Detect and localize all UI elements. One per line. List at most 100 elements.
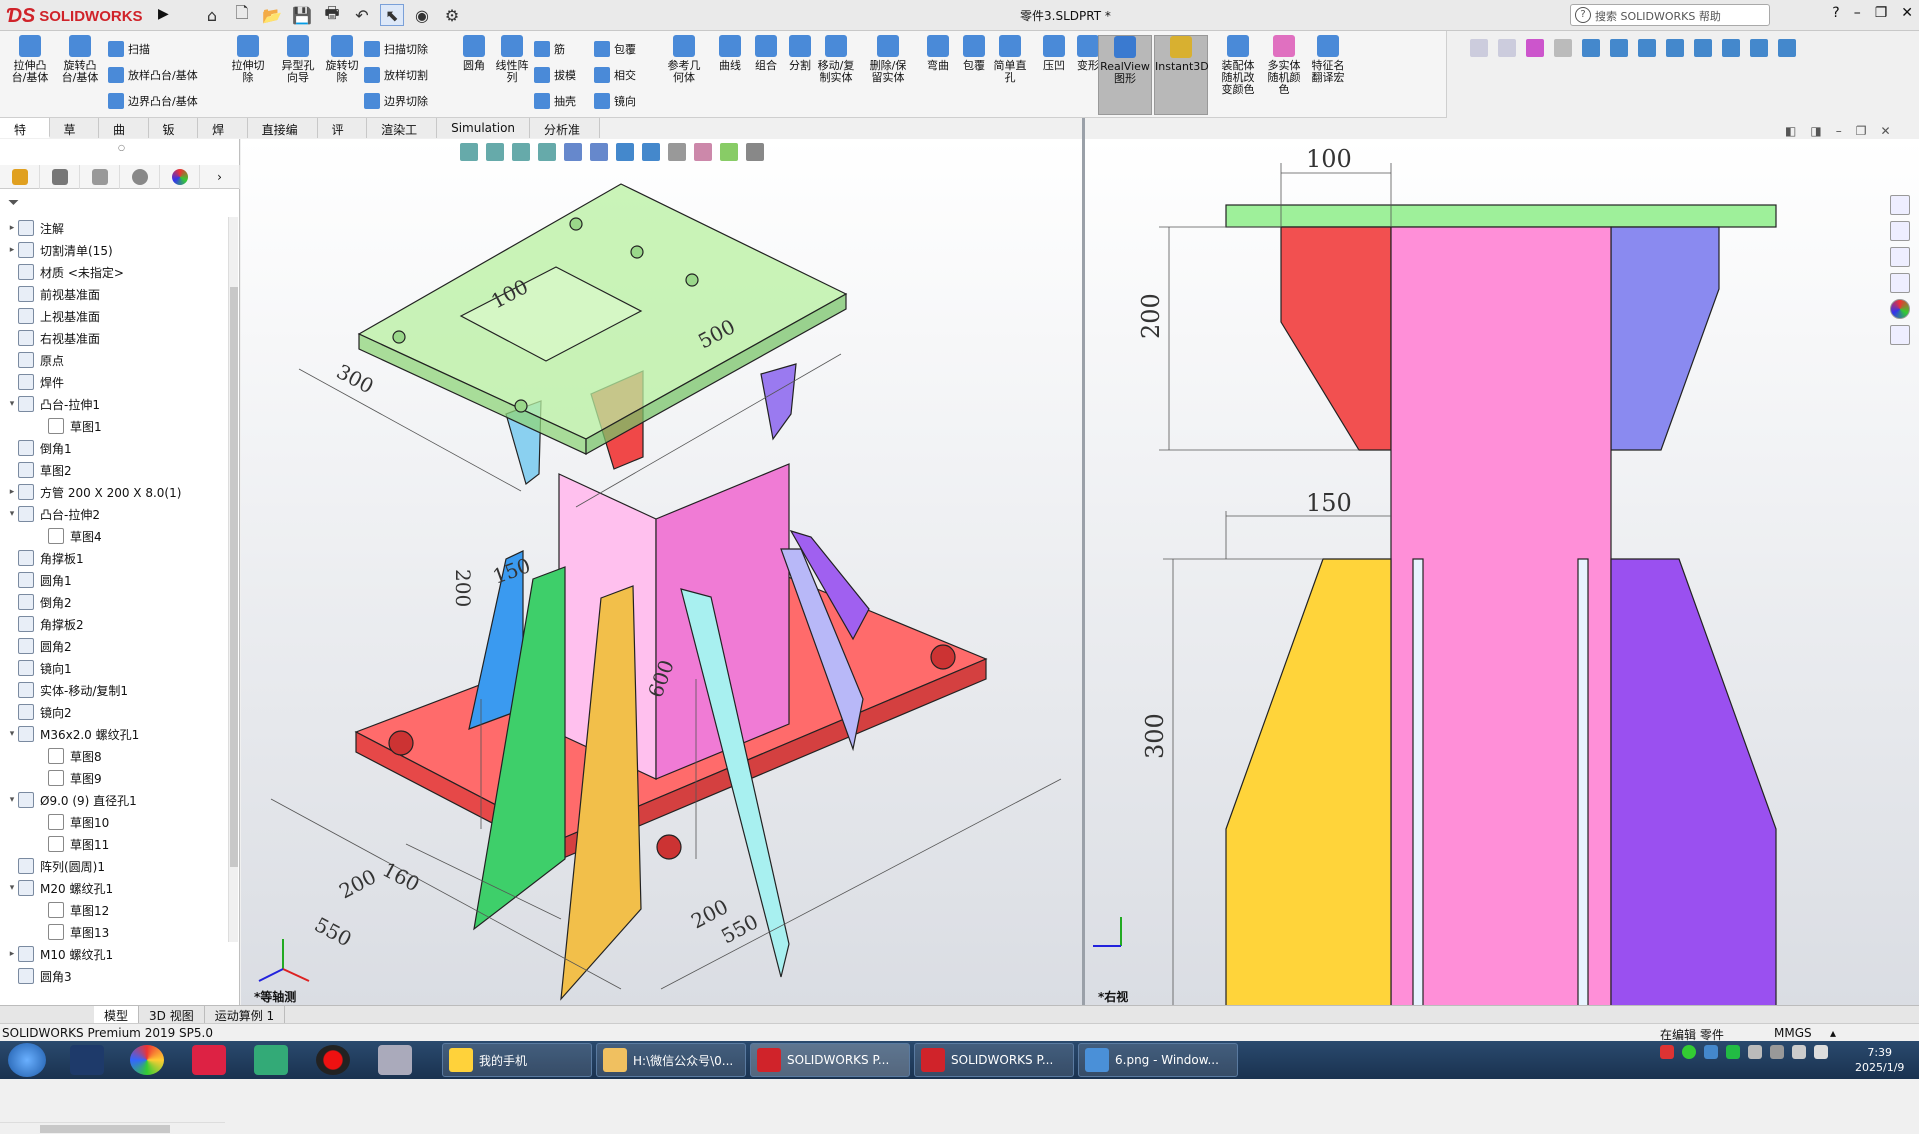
ribbon-small-button[interactable]: 相交: [594, 67, 636, 83]
zoom-icon[interactable]: [512, 143, 530, 161]
tab-dimxpert[interactable]: [120, 165, 160, 189]
dimension-label[interactable]: 550: [311, 912, 356, 951]
ribbon-button[interactable]: 删除/保 留实体: [866, 35, 910, 84]
view-settings-icon[interactable]: [746, 143, 764, 161]
ribbon-button[interactable]: 特征名 翻译宏: [1306, 35, 1350, 84]
rotate-icon[interactable]: [1750, 39, 1768, 57]
tab-more[interactable]: ›: [200, 165, 240, 189]
command-tab[interactable]: 分析准备: [530, 118, 601, 154]
ribbon-button[interactable]: Instant3D: [1154, 35, 1209, 115]
dimension-label[interactable]: 160: [379, 857, 424, 896]
viewport-close-icon[interactable]: ✕: [1880, 124, 1890, 138]
taskbar-app[interactable]: H:\微信公众号\0...: [596, 1043, 746, 1077]
tree-node[interactable]: ▾ Ø9.0 (9) 直径孔1: [0, 789, 228, 811]
tree-node[interactable]: ▾ M36x2.0 螺纹孔1: [0, 723, 228, 745]
tree-node[interactable]: 镜向1: [0, 657, 228, 679]
tree-node[interactable]: 圆角3: [0, 965, 228, 987]
command-tab[interactable]: 评估: [317, 118, 368, 154]
plane-icon[interactable]: [1638, 39, 1656, 57]
dimension-label[interactable]: 300: [1141, 713, 1169, 759]
command-tab[interactable]: 直接编辑: [247, 118, 318, 154]
ribbon-button[interactable]: 旋转切 除: [320, 35, 364, 84]
ribbon-button[interactable]: 移动/复 制实体: [814, 35, 858, 84]
view-palette-icon[interactable]: [1890, 273, 1910, 293]
network-icon[interactable]: [1770, 1045, 1784, 1059]
ribbon-small-button[interactable]: 镜向: [594, 93, 636, 109]
taskbar-app[interactable]: SOLIDWORKS P...: [914, 1043, 1074, 1077]
ribbon-button[interactable]: 拉伸切 除: [226, 35, 270, 84]
tiles-icon[interactable]: [254, 1045, 288, 1075]
open-icon[interactable]: 📂: [260, 4, 284, 26]
tree-node[interactable]: 圆角2: [0, 635, 228, 657]
logo-menu-arrow-icon[interactable]: ▶: [158, 6, 169, 22]
file-explorer-icon[interactable]: [1890, 247, 1910, 267]
hide-show-icon[interactable]: [668, 143, 686, 161]
dimension-label[interactable]: 150: [1306, 489, 1352, 517]
clock[interactable]: 7:39 2025/1/9: [1855, 1045, 1904, 1075]
volume-icon[interactable]: [1792, 1045, 1806, 1059]
solidworks-logo[interactable]: ƊS SOLIDWORKS: [6, 4, 156, 28]
tab-feature-tree[interactable]: [0, 165, 40, 189]
tree-node[interactable]: 草图4: [0, 525, 228, 547]
expand-arrow-icon[interactable]: ▾: [6, 509, 18, 519]
expand-arrow-icon[interactable]: ▸: [6, 949, 18, 959]
tree-node[interactable]: 角撑板1: [0, 547, 228, 569]
tab-property-manager[interactable]: [40, 165, 80, 189]
ribbon-button[interactable]: 简单直 孔: [988, 35, 1032, 84]
ribbon-small-button[interactable]: 包覆: [594, 41, 636, 57]
graphics-area[interactable]: 100 500 300 200 150 600 160 200 550 200 550: [241, 139, 1919, 1061]
edit-appearance-icon[interactable]: [694, 143, 712, 161]
taskbar-app[interactable]: 6.png - Window...: [1078, 1043, 1238, 1077]
start-button[interactable]: [8, 1043, 46, 1077]
viewport-split-divider[interactable]: [1082, 118, 1085, 1005]
tree-node[interactable]: 圆角1: [0, 569, 228, 591]
viewport-prev-icon[interactable]: ◧: [1785, 124, 1796, 138]
tree-node[interactable]: ▸ 注解: [0, 217, 228, 239]
wechat-icon[interactable]: [1726, 1045, 1740, 1059]
panel-collapse-icon[interactable]: ○: [118, 143, 125, 152]
minimize-icon[interactable]: –: [1854, 5, 1861, 21]
filter-icon[interactable]: ⏷: [8, 195, 19, 211]
tree-horizontal-scrollbar[interactable]: [0, 1122, 225, 1134]
help-icon[interactable]: ?: [1832, 5, 1839, 21]
zoom-area-icon[interactable]: [486, 143, 504, 161]
appearances-icon[interactable]: [1890, 299, 1910, 319]
ribbon-small-button[interactable]: 放样凸台/基体: [108, 67, 198, 83]
expand-arrow-icon[interactable]: ▸: [6, 223, 18, 233]
tree-node[interactable]: ▾ 凸台-拉伸1: [0, 393, 228, 415]
select-icon[interactable]: ⬉: [380, 4, 404, 26]
ribbon-small-button[interactable]: 边界切除: [364, 93, 428, 109]
tree-node[interactable]: 上视基准面: [0, 305, 228, 327]
tree-node[interactable]: 右视基准面: [0, 327, 228, 349]
tree-node[interactable]: ▾ 凸台-拉伸2: [0, 503, 228, 525]
viewport-next-icon[interactable]: ◨: [1810, 124, 1821, 138]
tree-node[interactable]: 草图1: [0, 415, 228, 437]
bottom-tab[interactable]: 模型: [94, 1006, 140, 1023]
section-view-icon[interactable]: [564, 143, 582, 161]
command-tab[interactable]: 焊件: [198, 118, 248, 154]
dynamic-annotation-icon[interactable]: [590, 143, 608, 161]
ribbon-button[interactable]: 多实体 随机颜 色: [1262, 35, 1306, 96]
view-orientation-icon[interactable]: [616, 143, 634, 161]
ribbon-button[interactable]: 参考几 何体: [662, 35, 706, 84]
expand-arrow-icon[interactable]: ▾: [6, 399, 18, 409]
ribbon-small-button[interactable]: 放样切割: [364, 67, 428, 83]
new-icon[interactable]: 🗋: [230, 3, 254, 26]
ribbon-small-button[interactable]: 抽壳: [534, 93, 576, 109]
dimension-label[interactable]: 150: [490, 553, 534, 589]
ribbon-small-button[interactable]: 拔模: [534, 67, 576, 83]
normal-to-icon[interactable]: [1582, 39, 1600, 57]
status-units[interactable]: MMGS: [1774, 1026, 1812, 1040]
command-tab[interactable]: 钣金: [148, 118, 199, 154]
tree-node[interactable]: ▸ M10 螺纹孔1: [0, 943, 228, 965]
zoom-to-fit-icon[interactable]: [460, 143, 478, 161]
tree-node[interactable]: 草图2: [0, 459, 228, 481]
tab-display[interactable]: [160, 165, 200, 189]
dimension-label[interactable]: 200: [1137, 293, 1165, 339]
ribbon-small-button[interactable]: 扫描: [108, 41, 150, 57]
tree-node[interactable]: 草图11: [0, 833, 228, 855]
tray-app-icon[interactable]: [1660, 1045, 1674, 1059]
undo-icon[interactable]: ↶: [350, 4, 374, 26]
home-icon[interactable]: ⌂: [200, 4, 224, 26]
expand-arrow-icon[interactable]: ▾: [6, 883, 18, 893]
